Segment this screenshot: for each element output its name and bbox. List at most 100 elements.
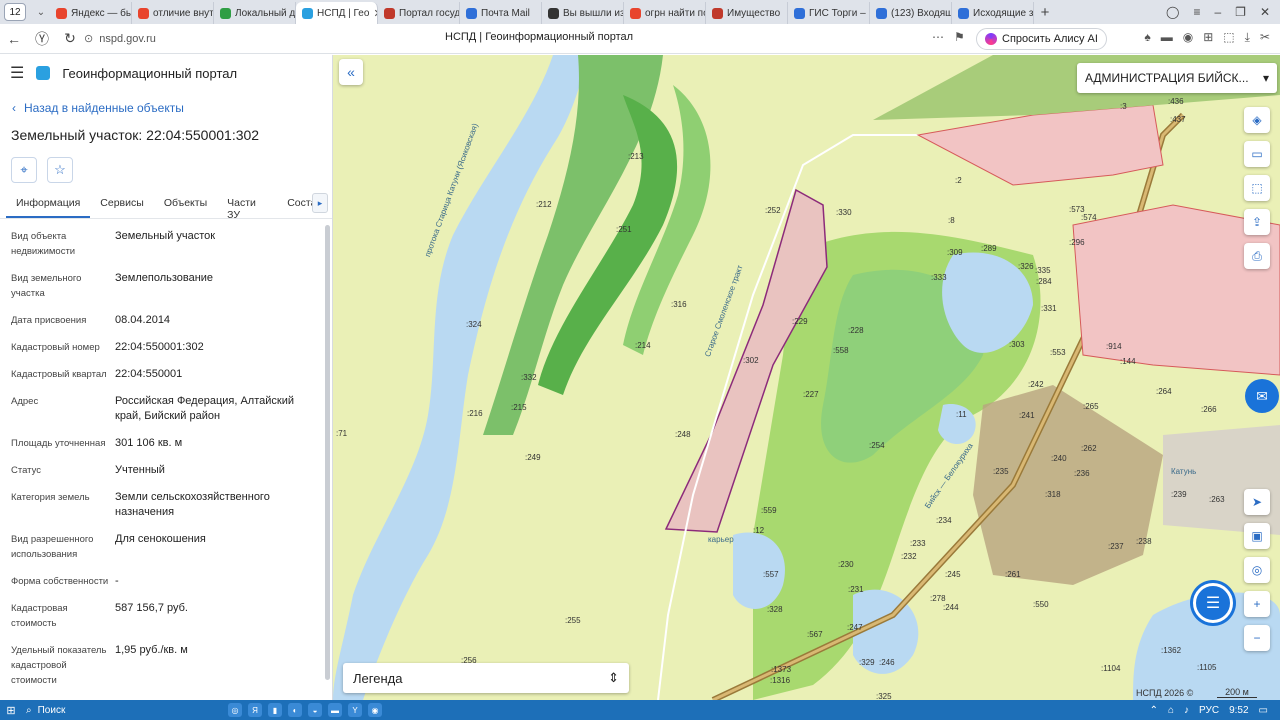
measure-button[interactable]: ▭ — [1244, 141, 1270, 167]
parcel-number-label[interactable]: :284 — [1036, 277, 1052, 286]
search-location-button[interactable]: ◎ — [1244, 557, 1270, 583]
browser-tab[interactable]: огрн найти по — [624, 2, 706, 24]
app-icon[interactable]: ◐ — [288, 703, 302, 717]
extension-icon[interactable]: ◉ — [1183, 30, 1193, 45]
parcel-number-label[interactable]: :328 — [767, 605, 783, 614]
parcel-number-label[interactable]: :567 — [807, 630, 823, 639]
parcel-number-label[interactable]: :2 — [955, 176, 962, 185]
clock[interactable]: 9:52 — [1229, 705, 1248, 716]
restore-icon[interactable]: ❐ — [1235, 5, 1246, 19]
parcel-number-label[interactable]: :1362 — [1161, 646, 1181, 655]
parcel-number-label[interactable]: :240 — [1051, 454, 1067, 463]
notifications-icon[interactable]: ▭ — [1259, 705, 1268, 716]
parcel-number-label[interactable]: :229 — [792, 317, 808, 326]
parcel-number-label[interactable]: :1104 — [1101, 664, 1120, 673]
parcel-number-label[interactable]: :324 — [466, 320, 482, 329]
layers-button[interactable]: ◈ — [1244, 107, 1270, 133]
browser-tab[interactable]: Имущество — [706, 2, 788, 24]
parcel-number-label[interactable]: :247 — [847, 623, 863, 632]
parcel-number-label[interactable]: :550 — [1033, 600, 1049, 609]
network-icon[interactable]: ⌂ — [1168, 705, 1174, 716]
parcel-number-label[interactable]: :249 — [525, 453, 541, 462]
parcel-number-label[interactable]: :332 — [521, 373, 537, 382]
parcel-number-label[interactable]: :318 — [1045, 490, 1061, 499]
parcel-number-label[interactable]: :278 — [930, 594, 946, 603]
collections-icon[interactable]: ⊞ — [1203, 30, 1213, 45]
parcel-number-label[interactable]: :437 — [1170, 115, 1186, 124]
parcel-number-label[interactable]: :11 — [956, 410, 967, 419]
parcel-number-label[interactable]: :333 — [931, 273, 947, 282]
windows-start-icon[interactable]: ⊞ — [0, 704, 22, 717]
parcel-number-label[interactable]: :234 — [936, 516, 952, 525]
parcel-number-label[interactable]: :227 — [803, 390, 819, 399]
browser-tab[interactable]: ГИС Торги – г — [788, 2, 870, 24]
parcel-number-label[interactable]: :244 — [943, 603, 959, 612]
browser-tab[interactable]: Почта Mail — [460, 2, 542, 24]
parcel-number-label[interactable]: :71 — [336, 429, 347, 438]
parcel-number-label[interactable]: :228 — [848, 326, 864, 335]
parcel-number-label[interactable]: :557 — [763, 570, 779, 579]
folder-icon[interactable]: ▬ — [328, 703, 342, 717]
parcel-number-label[interactable]: :296 — [1069, 238, 1085, 247]
legend-panel[interactable]: Легенда ⇕ — [343, 663, 629, 693]
parcel-number-label[interactable]: :436 — [1168, 97, 1184, 106]
parcel-number-label[interactable]: :239 — [1171, 490, 1187, 499]
parcel-number-label[interactable]: :214 — [635, 341, 651, 350]
taskbar-search[interactable]: ⌕ Поиск — [26, 705, 186, 716]
parcel-number-label[interactable]: :1373 — [771, 665, 791, 674]
parcel-number-label[interactable]: :309 — [947, 248, 963, 257]
share-button[interactable]: ⇪ — [1244, 209, 1270, 235]
parcel-number-label[interactable]: :232 — [901, 552, 917, 561]
parcel-number-label[interactable]: :1105 — [1197, 663, 1216, 672]
parcel-number-label[interactable]: :331 — [1041, 304, 1057, 313]
parcel-number-label[interactable]: :302 — [743, 356, 759, 365]
parcel-number-label[interactable]: :3 — [1120, 102, 1127, 111]
parcel-number-label[interactable]: :335 — [1035, 266, 1051, 275]
parcel-number-label[interactable]: :236 — [1074, 469, 1090, 478]
parcel-number-label[interactable]: :231 — [848, 585, 864, 594]
parcel-number-label[interactable]: :215 — [511, 403, 527, 412]
tabs-dropdown-icon[interactable]: ⌄ — [32, 3, 50, 21]
alice-button[interactable]: Спросить Алису AI — [976, 28, 1107, 50]
parcel-number-label[interactable]: :559 — [761, 506, 777, 515]
parcel-number-label[interactable]: :329 — [859, 658, 875, 667]
parcel-number-label[interactable]: :248 — [675, 430, 691, 439]
parcel-number-label[interactable]: :246 — [879, 658, 895, 667]
url-field[interactable]: nspd.gov.ru — [99, 33, 156, 45]
parcel-number-label[interactable]: :238 — [1136, 537, 1152, 546]
browser-tab[interactable]: (123) Входящ — [870, 2, 952, 24]
parcel-number-label[interactable]: :213 — [628, 152, 644, 161]
help-button[interactable]: ✉ — [1245, 379, 1279, 413]
parcel-number-label[interactable]: :303 — [1009, 340, 1025, 349]
parcel-number-label[interactable]: :316 — [671, 300, 687, 309]
back-to-results-link[interactable]: ‹ Назад в найденные объекты — [12, 101, 332, 115]
menu-icon[interactable]: ≡ — [1193, 5, 1200, 19]
browser-tab[interactable]: отличие внут — [132, 2, 214, 24]
browser-tab[interactable]: НСПД | Гео✕ — [296, 2, 378, 24]
parcel-number-label[interactable]: :266 — [1201, 405, 1217, 414]
more-icon[interactable]: ⋯ — [932, 30, 944, 44]
tab-services[interactable]: Сервисы — [90, 193, 154, 216]
parcel-number-label[interactable]: :12 — [753, 526, 764, 535]
chrome-icon[interactable]: ◉ — [368, 703, 382, 717]
admin-select[interactable]: АДМИНИСТРАЦИЯ БИЙСК... ▾ — [1077, 63, 1277, 93]
browser-tab[interactable]: Исходящие з — [952, 2, 1034, 24]
parcel-number-label[interactable]: :330 — [836, 208, 852, 217]
app-icon[interactable]: ◎ — [228, 703, 242, 717]
new-tab-button[interactable]: + — [1034, 4, 1056, 21]
tab-objects[interactable]: Объекты — [154, 193, 217, 216]
zoom-out-button[interactable]: − — [1244, 625, 1270, 651]
yandex-browser-icon[interactable]: Y — [348, 703, 362, 717]
map-view[interactable]: :213:212:251:316:252:330:2:8:302:229:228… — [333, 55, 1280, 700]
yandex-home-icon[interactable]: Ⓨ — [28, 29, 56, 49]
parcel-number-label[interactable]: :265 — [1083, 402, 1099, 411]
parcel-number-label[interactable]: :245 — [945, 570, 961, 579]
basemap-button[interactable]: ▣ — [1244, 523, 1270, 549]
browser-tab[interactable]: Вы вышли из — [542, 2, 624, 24]
parcel-number-label[interactable]: :230 — [838, 560, 854, 569]
tab-information[interactable]: Информация — [6, 193, 91, 218]
tab-count-badge[interactable]: 12 — [4, 3, 26, 21]
collapse-panel-button[interactable]: « — [339, 59, 363, 85]
yandex-icon[interactable]: Я — [248, 703, 262, 717]
language-indicator[interactable]: РУС — [1199, 705, 1219, 716]
